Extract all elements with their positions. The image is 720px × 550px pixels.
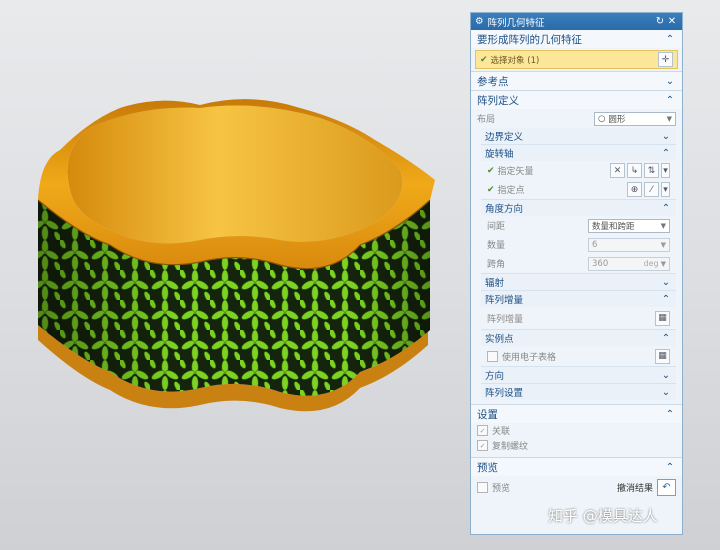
- section-header-settings[interactable]: 设置 ⌃: [471, 405, 682, 423]
- subsection-header-angle-direction[interactable]: 角度方向 ⌃: [481, 200, 676, 216]
- chevron-up-icon: ⌃: [665, 408, 675, 420]
- subsection-pattern-increment: 阵列增量 ⌃ 阵列增量 ▦: [481, 291, 676, 330]
- section-header-array-definition[interactable]: 阵列定义 ⌃: [471, 91, 682, 109]
- circle-icon: ○: [598, 113, 606, 124]
- chevron-up-icon: ⌃: [661, 332, 671, 344]
- undo-result-label: 撤消结果: [616, 483, 653, 494]
- specify-vector-row: ✔ 指定矢量 ✕ ↳ ⇅ ▾: [481, 161, 676, 180]
- spacing-row: 间距 数量和跨距 ▼: [481, 216, 676, 235]
- watermark: 知乎 @模具达人: [548, 507, 658, 525]
- dropdown-arrow-icon: ▼: [660, 259, 666, 268]
- use-spreadsheet-row: 使用电子表格 ▦: [481, 346, 676, 366]
- pattern-geometry-dialog: ⚙ 阵列几何特征 ↻ ✕ 要形成阵列的几何特征 ⌃ ✔ 选择对象 (1) ✛ 参…: [470, 12, 683, 535]
- subsection-pattern-settings: 阵列设置 ⌄: [481, 384, 676, 400]
- select-object-row[interactable]: ✔ 选择对象 (1) ✛: [475, 50, 678, 69]
- reset-icon[interactable]: ↻: [654, 16, 666, 27]
- increment-table-icon[interactable]: ▦: [655, 310, 670, 326]
- check-icon: ✔: [487, 184, 495, 195]
- dropdown-arrow-icon: ▼: [660, 221, 666, 230]
- chevron-up-icon: ⌃: [661, 202, 671, 214]
- specify-point-row: ✔ 指定点 ⊕ ⁄ ▾: [481, 180, 676, 199]
- span-angle-input[interactable]: 360 deg ▼: [588, 256, 670, 271]
- subsection-header-boundary[interactable]: 边界定义 ⌄: [481, 128, 676, 144]
- pattern-increment-row: 阵列增量 ▦: [481, 307, 676, 329]
- preview-checkbox[interactable]: [477, 481, 488, 493]
- check-icon: ✔: [487, 165, 495, 176]
- chevron-up-icon: ⌃: [665, 94, 675, 106]
- chevron-down-icon: ⌄: [665, 75, 675, 87]
- graphics-viewport[interactable]: [0, 0, 470, 550]
- subsection-angle-direction: 角度方向 ⌃ 间距 数量和跨距 ▼ 数量 6 ▼ 跨角 360 deg ▼: [481, 200, 676, 274]
- reverse-direction-icon[interactable]: ✕: [610, 163, 625, 178]
- close-icon[interactable]: ✕: [666, 16, 678, 27]
- span-angle-row: 跨角 360 deg ▼: [481, 254, 676, 273]
- chevron-up-icon: ⌃: [665, 461, 675, 473]
- subsection-header-radiate[interactable]: 辐射 ⌄: [481, 274, 676, 290]
- chevron-down-icon: ⌄: [661, 386, 671, 398]
- point-dialog-icon[interactable]: ⊕: [627, 182, 642, 197]
- copy-threads-row: ✓ 复制螺纹: [471, 438, 682, 453]
- dropdown-arrow-icon: ▼: [660, 240, 666, 249]
- associative-row: ✓ 关联: [471, 423, 682, 438]
- subsection-header-direction[interactable]: 方向 ⌄: [481, 367, 676, 383]
- subsection-instance-point: 实例点 ⌃ 使用电子表格 ▦: [481, 330, 676, 367]
- section-preview: 预览 ⌃ 预览 撤消结果 ↶: [471, 458, 682, 498]
- count-row: 数量 6 ▼: [481, 235, 676, 254]
- ring-model: [37, 99, 435, 412]
- chevron-down-icon: ⌄: [661, 276, 671, 288]
- section-header-geometry-feature[interactable]: 要形成阵列的几何特征 ⌃: [471, 30, 682, 48]
- dialog-title: 阵列几何特征: [487, 17, 545, 29]
- section-header-preview[interactable]: 预览 ⌃: [471, 458, 682, 476]
- associative-checkbox[interactable]: ✓: [477, 425, 488, 436]
- use-spreadsheet-checkbox[interactable]: [487, 350, 498, 362]
- chevron-up-icon: ⌃: [661, 147, 671, 159]
- point-type-icon[interactable]: ⁄: [644, 182, 659, 197]
- section-array-definition: 阵列定义 ⌃ 布局 ○ 圆形 ▼ 边界定义 ⌄ 旋转轴 ⌃ ✔ 指定矢量 ✕ ↳…: [471, 91, 682, 405]
- chevron-up-icon: ⌃: [665, 33, 675, 45]
- section-geometry-feature: 要形成阵列的几何特征 ⌃ ✔ 选择对象 (1) ✛: [471, 30, 682, 72]
- subsection-header-pattern-settings[interactable]: 阵列设置 ⌄: [481, 384, 676, 400]
- check-icon: ✔: [480, 54, 488, 65]
- dropdown-arrow-icon[interactable]: ▾: [661, 182, 670, 197]
- layout-dropdown[interactable]: ○ 圆形 ▼: [594, 111, 676, 126]
- subsection-radiate: 辐射 ⌄: [481, 274, 676, 291]
- dropdown-arrow-icon[interactable]: ▾: [661, 163, 670, 178]
- preview-row: 预览 撤消结果 ↶: [471, 476, 682, 498]
- spacing-dropdown[interactable]: 数量和跨距 ▼: [588, 218, 670, 233]
- subsection-header-instance-point[interactable]: 实例点 ⌃: [481, 330, 676, 346]
- gear-icon: ⚙: [475, 16, 484, 27]
- subsection-direction: 方向 ⌄: [481, 367, 676, 384]
- undo-icon[interactable]: ↶: [657, 478, 676, 496]
- section-settings: 设置 ⌃ ✓ 关联 ✓ 复制螺纹: [471, 405, 682, 458]
- dropdown-arrow-icon: ▼: [666, 114, 672, 123]
- copy-threads-checkbox[interactable]: ✓: [477, 440, 488, 451]
- section-header-reference-point[interactable]: 参考点 ⌄: [471, 72, 682, 90]
- chevron-down-icon: ⌄: [661, 369, 671, 381]
- spreadsheet-icon[interactable]: ▦: [655, 348, 670, 364]
- section-reference-point: 参考点 ⌄: [471, 72, 682, 91]
- dialog-titlebar: ⚙ 阵列几何特征 ↻ ✕: [471, 13, 682, 30]
- subsection-header-rotation-axis[interactable]: 旋转轴 ⌃: [481, 145, 676, 161]
- chevron-up-icon: ⌃: [661, 293, 671, 305]
- count-input[interactable]: 6 ▼: [588, 237, 670, 252]
- layout-row: 布局 ○ 圆形 ▼: [471, 109, 682, 128]
- vector-type-icon[interactable]: ⇅: [644, 163, 659, 178]
- subsection-boundary: 边界定义 ⌄: [481, 128, 676, 145]
- subsection-rotation-axis: 旋转轴 ⌃ ✔ 指定矢量 ✕ ↳ ⇅ ▾ ✔ 指定点 ⊕ ⁄ ▾: [481, 145, 676, 200]
- chevron-down-icon: ⌄: [661, 130, 671, 142]
- vector-dialog-icon[interactable]: ↳: [627, 163, 642, 178]
- subsection-header-pattern-increment[interactable]: 阵列增量 ⌃: [481, 291, 676, 307]
- crosshair-icon[interactable]: ✛: [658, 52, 673, 67]
